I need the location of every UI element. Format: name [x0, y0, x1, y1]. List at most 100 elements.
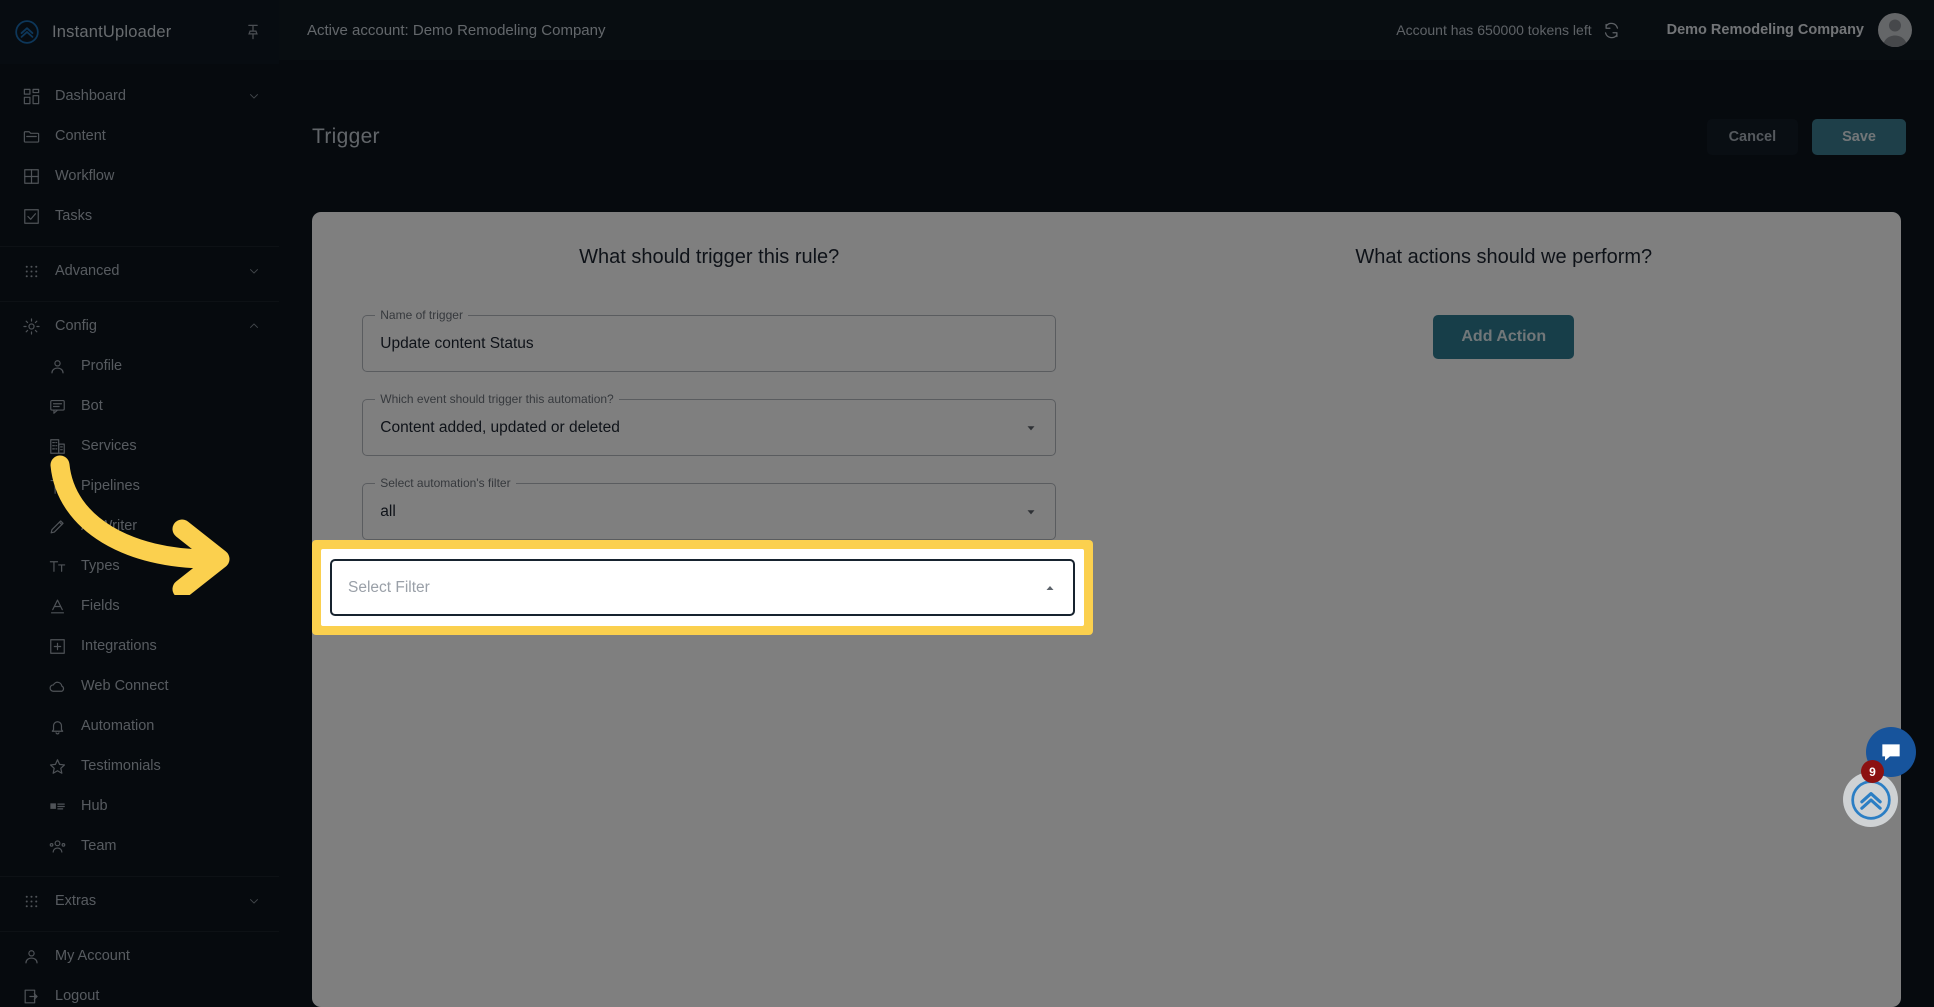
avatar[interactable] — [1878, 13, 1912, 47]
account-name-label: Demo Remodeling Company — [1666, 22, 1864, 38]
cloud-icon — [49, 681, 65, 692]
gear-icon — [23, 317, 40, 335]
apps-grid-icon — [25, 265, 38, 277]
sidebar-item-workflow[interactable]: Workflow — [0, 156, 279, 196]
sidebar-item-label: Extras — [55, 893, 97, 909]
sidebar-item-label: Workflow — [55, 168, 115, 184]
card-list-icon — [50, 802, 65, 809]
sidebar-item-label: Logout — [55, 988, 100, 1004]
sidebar-item-label: Services — [81, 438, 137, 454]
sidebar-item-label: Tasks — [55, 208, 93, 224]
checkbox-icon — [24, 208, 39, 224]
cancel-button[interactable]: Cancel — [1706, 119, 1799, 155]
apps-grid-icon — [25, 895, 38, 907]
sidebar-item-label: Bot — [81, 398, 103, 414]
sidebar-group: Dashboard Content Workflow Tasks — [0, 72, 279, 247]
sidebar-item-web-connect[interactable]: Web Connect — [0, 666, 279, 706]
add-action-button[interactable]: Add Action — [1433, 315, 1575, 359]
save-button[interactable]: Save — [1812, 119, 1906, 155]
sidebar-item-profile[interactable]: Profile — [0, 346, 279, 386]
actions-panel: What actions should we perform? Add Acti… — [1107, 212, 1902, 1007]
curved-arrow-right-icon — [50, 455, 230, 595]
field-legend: Name of trigger — [375, 307, 468, 323]
trigger-form: Name of trigger Update content Status Whic… — [362, 307, 1057, 540]
sidebar-item-team[interactable]: Team — [0, 826, 279, 866]
caret-up-icon[interactable] — [1043, 581, 1057, 595]
refresh-icon[interactable] — [1602, 21, 1621, 40]
sidebar-item-label: Web Connect — [81, 678, 169, 694]
person-icon — [51, 359, 64, 373]
sidebar-header: InstantUploader — [0, 0, 279, 64]
sidebar-item-bot[interactable]: Bot — [0, 386, 279, 426]
star-icon — [49, 758, 66, 774]
chat-unread-badge: 9 — [1861, 760, 1884, 783]
sidebar-item-logout[interactable]: Logout — [0, 976, 279, 1007]
sidebar-item-label: Fields — [81, 598, 120, 614]
brand-logo-icon — [15, 20, 39, 44]
sidebar-item-extras[interactable]: Extras — [0, 881, 279, 921]
chat-lines-icon — [50, 399, 65, 414]
folder-icon — [23, 130, 40, 143]
select-filter-value: Select Filter — [330, 559, 1075, 616]
chat-widget-button[interactable]: 9 — [1861, 727, 1916, 783]
dashboard-grid-icon — [23, 88, 40, 104]
sidebar-item-label: Hub — [81, 798, 108, 814]
sidebar-item-label: Content — [55, 128, 106, 144]
active-account-label: Active account: Demo Remodeling Company — [307, 21, 606, 39]
sidebar-item-my-account[interactable]: My Account — [0, 936, 279, 976]
pin-icon[interactable] — [243, 22, 263, 42]
sidebar-item-hub[interactable]: Hub — [0, 786, 279, 826]
people-icon — [49, 839, 66, 853]
brand-name: InstantUploader — [52, 22, 172, 41]
sidebar-item-testimonials[interactable]: Testimonials — [0, 746, 279, 786]
sidebar-item-tasks[interactable]: Tasks — [0, 196, 279, 236]
sidebar-item-content[interactable]: Content — [0, 116, 279, 156]
field-value: all — [380, 502, 396, 520]
person-icon — [25, 949, 38, 963]
app-root: InstantUploader Dashboard Content Workflow… — [0, 0, 1934, 1007]
sidebar-item-label: My Account — [55, 948, 130, 964]
field-value: Content added, updated or deleted — [380, 418, 620, 436]
sidebar-item-dashboard[interactable]: Dashboard — [0, 76, 279, 116]
sidebar-item-label: Automation — [81, 718, 155, 734]
sidebar-item-label: Team — [81, 838, 117, 854]
bell-icon — [51, 720, 64, 734]
topbar: Active account: Demo Remodeling Company … — [279, 0, 1934, 60]
select-filter-placeholder: Select Filter — [348, 578, 430, 596]
chevrons-up-circle-icon — [1850, 779, 1891, 820]
field-value-row: Content added, updated or deleted — [362, 399, 1056, 456]
field-value-row: all — [362, 483, 1056, 540]
field-value: Update content Status — [380, 334, 534, 352]
caret-down-icon[interactable] — [1024, 505, 1038, 519]
sidebar-item-label: Profile — [81, 358, 123, 374]
sidebar-item-label: Testimonials — [81, 758, 161, 774]
chevron-down-icon[interactable] — [247, 264, 261, 278]
field-legend: Select automation's filter — [375, 475, 516, 491]
page-title: Trigger — [312, 125, 380, 148]
chevron-down-icon[interactable] — [247, 894, 261, 908]
page-header: Trigger Cancel Save — [279, 60, 1934, 214]
plus-box-icon — [50, 638, 65, 654]
user-avatar-icon — [1883, 19, 1907, 47]
highlight-frame: Select Filter — [312, 540, 1093, 635]
sidebar-group: My Account Logout — [0, 932, 279, 1007]
token-balance-label: Account has 650000 tokens left — [1396, 22, 1592, 38]
highlight-inner: Select Filter — [321, 549, 1084, 626]
sidebar-item-config[interactable]: Config — [0, 306, 279, 346]
trigger-field-2[interactable]: Select automation's filter all — [362, 475, 1057, 540]
chat-bubble-icon — [1882, 744, 1900, 761]
chevron-down-icon[interactable] — [247, 89, 261, 103]
sidebar-item-automation[interactable]: Automation — [0, 706, 279, 746]
chevron-up-icon[interactable] — [247, 319, 261, 333]
logout-icon — [24, 989, 38, 1003]
sidebar-group: Advanced — [0, 247, 279, 302]
sidebar-group: Extras — [0, 877, 279, 932]
trigger-field-0[interactable]: Name of trigger Update content Status — [362, 307, 1057, 372]
sidebar-item-integrations[interactable]: Integrations — [0, 626, 279, 666]
table-icon — [24, 168, 39, 184]
select-filter-dropdown[interactable]: Select Filter — [330, 559, 1075, 616]
caret-down-icon[interactable] — [1024, 421, 1038, 435]
trigger-field-1[interactable]: Which event should trigger this automati… — [362, 391, 1057, 456]
sidebar-item-advanced[interactable]: Advanced — [0, 251, 279, 291]
token-balance: Account has 650000 tokens left — [1396, 21, 1620, 40]
